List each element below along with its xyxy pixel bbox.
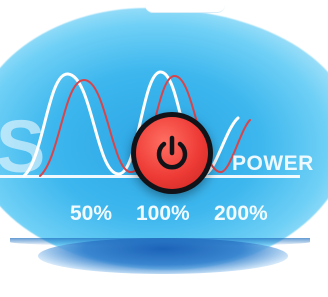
power-button[interactable]	[131, 112, 213, 194]
power-level-50[interactable]: 50%	[70, 202, 112, 226]
power-control-stage: S POWER 50% 100% 200%	[0, 0, 328, 297]
power-level-100[interactable]: 100%	[136, 202, 190, 226]
power-icon	[156, 135, 188, 170]
power-label: POWER	[232, 152, 314, 175]
power-button-face	[136, 117, 208, 189]
power-level-200[interactable]: 200%	[214, 202, 268, 226]
